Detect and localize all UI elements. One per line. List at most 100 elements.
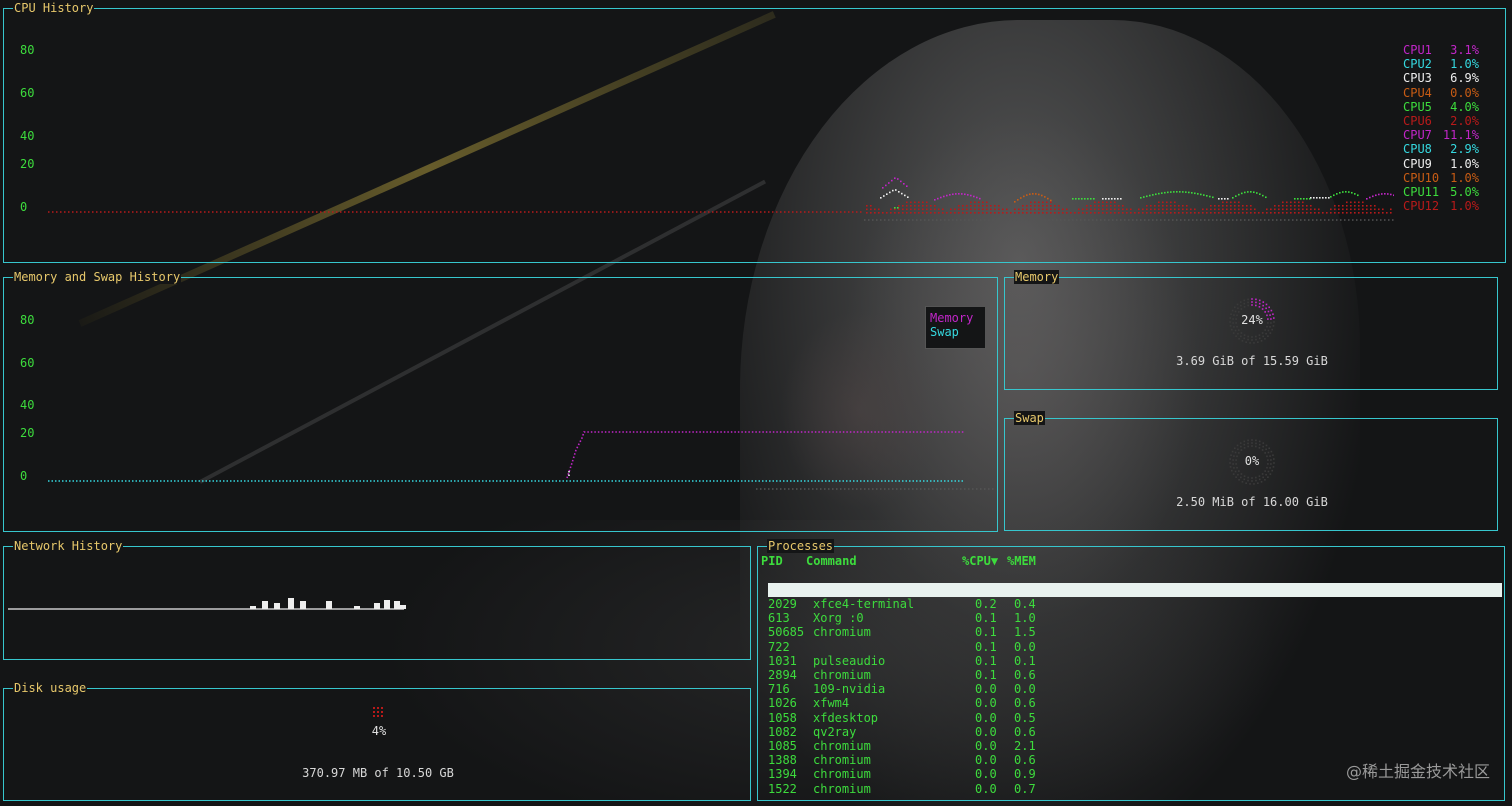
swap-gauge-dot	[1240, 445, 1242, 448]
cpu-series-dot	[1170, 191, 1172, 193]
column-header-pid[interactable]: PID	[761, 554, 783, 568]
cpu-legend-value: 11.1%	[1442, 128, 1479, 143]
cpu-dot	[1054, 205, 1056, 207]
cpu-dot	[866, 205, 868, 207]
cpu-dot	[962, 208, 964, 211]
cpu-dot	[1202, 212, 1204, 214]
cpu-dot	[1314, 212, 1316, 214]
process-row[interactable]: 1031 pulseaudio 0.1 0.1	[768, 654, 1498, 668]
swap-gauge-dot	[1247, 439, 1249, 442]
cpu-series-dot	[901, 192, 903, 195]
cpu-series-dot	[886, 193, 888, 195]
process-row[interactable]: 1058 xfdesktop 0.0 0.5	[768, 711, 1498, 725]
memory-gauge-dot	[1243, 306, 1246, 308]
cpu-dot	[1222, 208, 1224, 211]
swap-gauge-dot	[1255, 445, 1257, 448]
cpu-dot	[1346, 208, 1348, 211]
cpu-legend-item: CPU7 11.1%	[1403, 128, 1479, 142]
cpu-dot	[1330, 212, 1332, 214]
process-row[interactable]: 2029 xfce4-terminal 0.2 0.4	[768, 597, 1498, 611]
cpu-series-dot	[937, 197, 939, 200]
process-row[interactable]: 50685 chromium 0.1 1.5	[768, 625, 1498, 639]
memory-gauge-dot	[1247, 298, 1249, 301]
cpu-dot	[890, 208, 892, 211]
process-row[interactable]: 1522 chromium 0.0 0.7	[768, 782, 1498, 796]
cpu-dot	[870, 208, 872, 211]
cpu-dot	[1366, 205, 1368, 207]
column-header-mem[interactable]: %MEM	[1007, 554, 1036, 568]
cpu-dot	[918, 205, 920, 207]
cpu-series-dot	[1328, 197, 1330, 199]
cpu-dot	[1050, 205, 1052, 207]
memory-gauge-dot	[1251, 339, 1253, 341]
cpu-dot	[902, 205, 904, 207]
cpu-series-dot	[1387, 193, 1389, 195]
cpu-dot	[1254, 208, 1256, 211]
cpu-dot	[914, 201, 916, 204]
swap-gauge-dot	[1247, 476, 1249, 479]
column-header-cpu[interactable]: %CPU▼	[962, 554, 998, 568]
cpu-legend-item: CPU1 3.1%	[1403, 43, 1479, 57]
cpu-series-dot	[894, 177, 896, 179]
cpu-series-dot	[976, 196, 978, 199]
cpu-dot	[1106, 208, 1108, 211]
process-row[interactable]: 1082 qv2ray 0.0 0.6	[768, 725, 1498, 739]
memory-gauge-dot	[1257, 341, 1259, 344]
swap-gauge-dot	[1243, 443, 1246, 446]
cpu-legend-item: CPU12 1.0%	[1403, 199, 1479, 213]
cpu-series-dot	[1179, 191, 1181, 193]
cpu-dot	[1118, 205, 1120, 207]
process-row[interactable]: 1085 chromium 0.0 2.1	[768, 739, 1498, 753]
cpu-dot	[886, 212, 888, 214]
process-mem: 0.6	[1014, 724, 1036, 739]
cpu-dot	[1350, 208, 1352, 211]
process-row[interactable]: 722 0.1 0.0	[768, 640, 1498, 654]
cpu-dot	[1218, 205, 1220, 207]
cpu-dot	[1150, 208, 1152, 211]
memory-gauge-dot	[1258, 337, 1261, 340]
cpu-dot	[1114, 201, 1116, 204]
selected-process-row[interactable]	[768, 583, 1502, 597]
cpu-series-dot	[979, 197, 981, 200]
cpu-dot	[1290, 212, 1292, 214]
cpu-dot	[1234, 212, 1236, 214]
swap-gauge-dot	[1247, 442, 1249, 445]
column-header-command[interactable]: Command	[806, 554, 857, 568]
cpu-legend-name: CPU5	[1403, 99, 1432, 114]
cpu-series-dot	[949, 194, 951, 196]
cpu-series-dot	[1050, 199, 1052, 202]
cpu-dot	[1150, 205, 1152, 207]
process-row[interactable]: 613 Xorg :0 0.1 1.0	[768, 611, 1498, 625]
cpu-dot	[1314, 208, 1316, 211]
network-bar	[250, 606, 256, 609]
cpu-series-dot	[1306, 198, 1308, 200]
memory-gauge-dot	[1231, 309, 1234, 312]
swap-gauge-dot	[1232, 473, 1235, 475]
cpu-series-dot	[882, 187, 884, 189]
process-cpu: 0.1	[975, 611, 997, 626]
cpu-series-dot	[967, 194, 969, 196]
cpu-dot	[1238, 208, 1240, 211]
cpu-dot	[1002, 208, 1004, 211]
cpu-dot	[1042, 208, 1044, 211]
process-row[interactable]: 1026 xfwm4 0.0 0.6	[768, 696, 1498, 710]
process-row[interactable]: 716 109-nvidia 0.0 0.0	[768, 682, 1498, 696]
memory-gauge-dot	[1247, 304, 1249, 307]
cpu-dot	[1234, 201, 1236, 204]
memory-gauge-dot	[1264, 329, 1266, 331]
process-cpu: 0.0	[975, 767, 997, 782]
cpu-dot	[1266, 208, 1268, 211]
process-mem: 0.6	[1014, 753, 1036, 768]
process-command: Xorg :0	[813, 611, 864, 626]
cpu-series-dot	[955, 193, 957, 195]
network-bar	[262, 601, 268, 609]
cpu-dot	[1278, 205, 1280, 207]
cpu-dot	[894, 208, 896, 211]
disk-detail: 370.97 MB of 10.50 GB	[302, 766, 454, 780]
cpu-dot	[958, 208, 960, 211]
process-row[interactable]: 2894 chromium 0.1 0.6	[768, 668, 1498, 682]
cpu-dot	[1058, 205, 1060, 207]
memory-gauge-dot	[1240, 308, 1243, 310]
cpu-dot	[990, 208, 992, 211]
cpu-dot	[1094, 201, 1096, 204]
